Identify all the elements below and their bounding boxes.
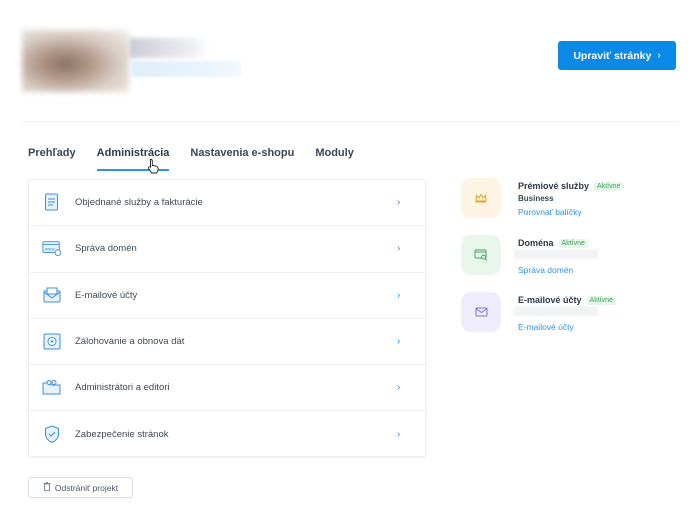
safe-icon <box>42 332 62 352</box>
menu-item-ordered-services[interactable]: Objednané služby a fakturácie › <box>29 180 425 227</box>
menu-item-label: Administrátori a editori <box>75 382 170 394</box>
service-title-text: Prémiové služby <box>518 181 590 191</box>
menu-item-domain-management[interactable]: www Správa domén › <box>29 226 425 273</box>
menu-item-site-security[interactable]: Zabezpečenie stránok › <box>29 411 425 457</box>
header-divider <box>22 121 678 122</box>
menu-item-label: Správa domén <box>75 243 137 255</box>
edit-pages-label: Upraviť stránky <box>573 49 652 62</box>
menu-item-label: E-mailové účty <box>75 289 138 301</box>
menu-item-label: Objednané služby a fakturácie <box>75 197 203 209</box>
service-title: E-mailové účty Aktívne <box>518 295 616 305</box>
document-icon <box>42 193 62 213</box>
domain-management-link[interactable]: Správa domén <box>518 265 573 275</box>
service-domain: Doména Aktívne Správa domén <box>461 235 681 287</box>
service-title-text: Doména <box>518 238 554 248</box>
tab-bar: Prehľady Administrácia Nastavenia e-shop… <box>28 147 375 173</box>
domain-window-icon: www <box>42 239 62 259</box>
domain-search-icon <box>461 235 501 275</box>
shield-icon <box>42 425 62 445</box>
compare-packages-link[interactable]: Porovnať balíčky <box>518 207 582 217</box>
status-badge: Aktívne <box>594 181 624 191</box>
administration-menu: Objednané služby a fakturácie › www Sprá… <box>28 179 426 457</box>
chevron-right-icon: › <box>657 50 661 61</box>
trash-icon <box>43 482 51 493</box>
email-address-blurred <box>514 306 598 316</box>
menu-item-label: Zabezpečenie stránok <box>75 429 169 441</box>
tab-modules[interactable]: Moduly <box>315 147 354 169</box>
site-thumbnail[interactable] <box>22 30 129 92</box>
service-title: Prémiové služby Aktívne <box>518 181 624 191</box>
site-url-blurred[interactable] <box>131 61 241 77</box>
chevron-right-icon: › <box>397 197 401 209</box>
delete-project-button[interactable]: Odstrániť projekt <box>28 477 133 498</box>
menu-item-backup[interactable]: Zálohovanie a obnova dát › <box>29 319 425 366</box>
chevron-right-icon: › <box>397 336 401 348</box>
chevron-right-icon: › <box>397 289 401 301</box>
chevron-right-icon: › <box>397 382 401 394</box>
mail-icon <box>42 285 62 305</box>
service-title-text: E-mailové účty <box>518 295 582 305</box>
site-name-blurred <box>129 38 209 58</box>
status-badge: Aktívne <box>558 238 588 248</box>
status-badge: Aktívne <box>586 295 616 305</box>
menu-item-label: Zálohovanie a obnova dát <box>75 336 185 348</box>
chevron-right-icon: › <box>397 243 401 255</box>
tab-eshop-settings[interactable]: Nastavenia e-shopu <box>190 147 294 169</box>
svg-text:www: www <box>45 247 56 252</box>
crown-icon <box>461 178 501 218</box>
domain-name-blurred <box>514 249 598 259</box>
envelope-icon <box>461 292 501 332</box>
service-premium: Prémiové služby Aktívne Business Porovna… <box>461 178 681 230</box>
email-accounts-link[interactable]: E-mailové účty <box>518 322 574 332</box>
edit-pages-button[interactable]: Upraviť stránky › <box>558 41 676 70</box>
chevron-right-icon: › <box>397 429 401 441</box>
delete-project-label: Odstrániť projekt <box>54 482 119 493</box>
service-email: E-mailové účty Aktívne E-mailové účty <box>461 292 681 344</box>
menu-item-email-accounts[interactable]: E-mailové účty › <box>29 273 425 319</box>
folder-users-icon <box>42 378 62 398</box>
pointer-cursor-icon <box>147 158 161 177</box>
project-header: Upraviť stránky › <box>0 0 700 122</box>
service-title: Doména Aktívne <box>518 238 588 248</box>
service-plan: Business <box>518 194 554 203</box>
menu-item-administrators[interactable]: Administrátori a editori › <box>29 365 425 412</box>
tab-overview[interactable]: Prehľady <box>28 147 76 169</box>
